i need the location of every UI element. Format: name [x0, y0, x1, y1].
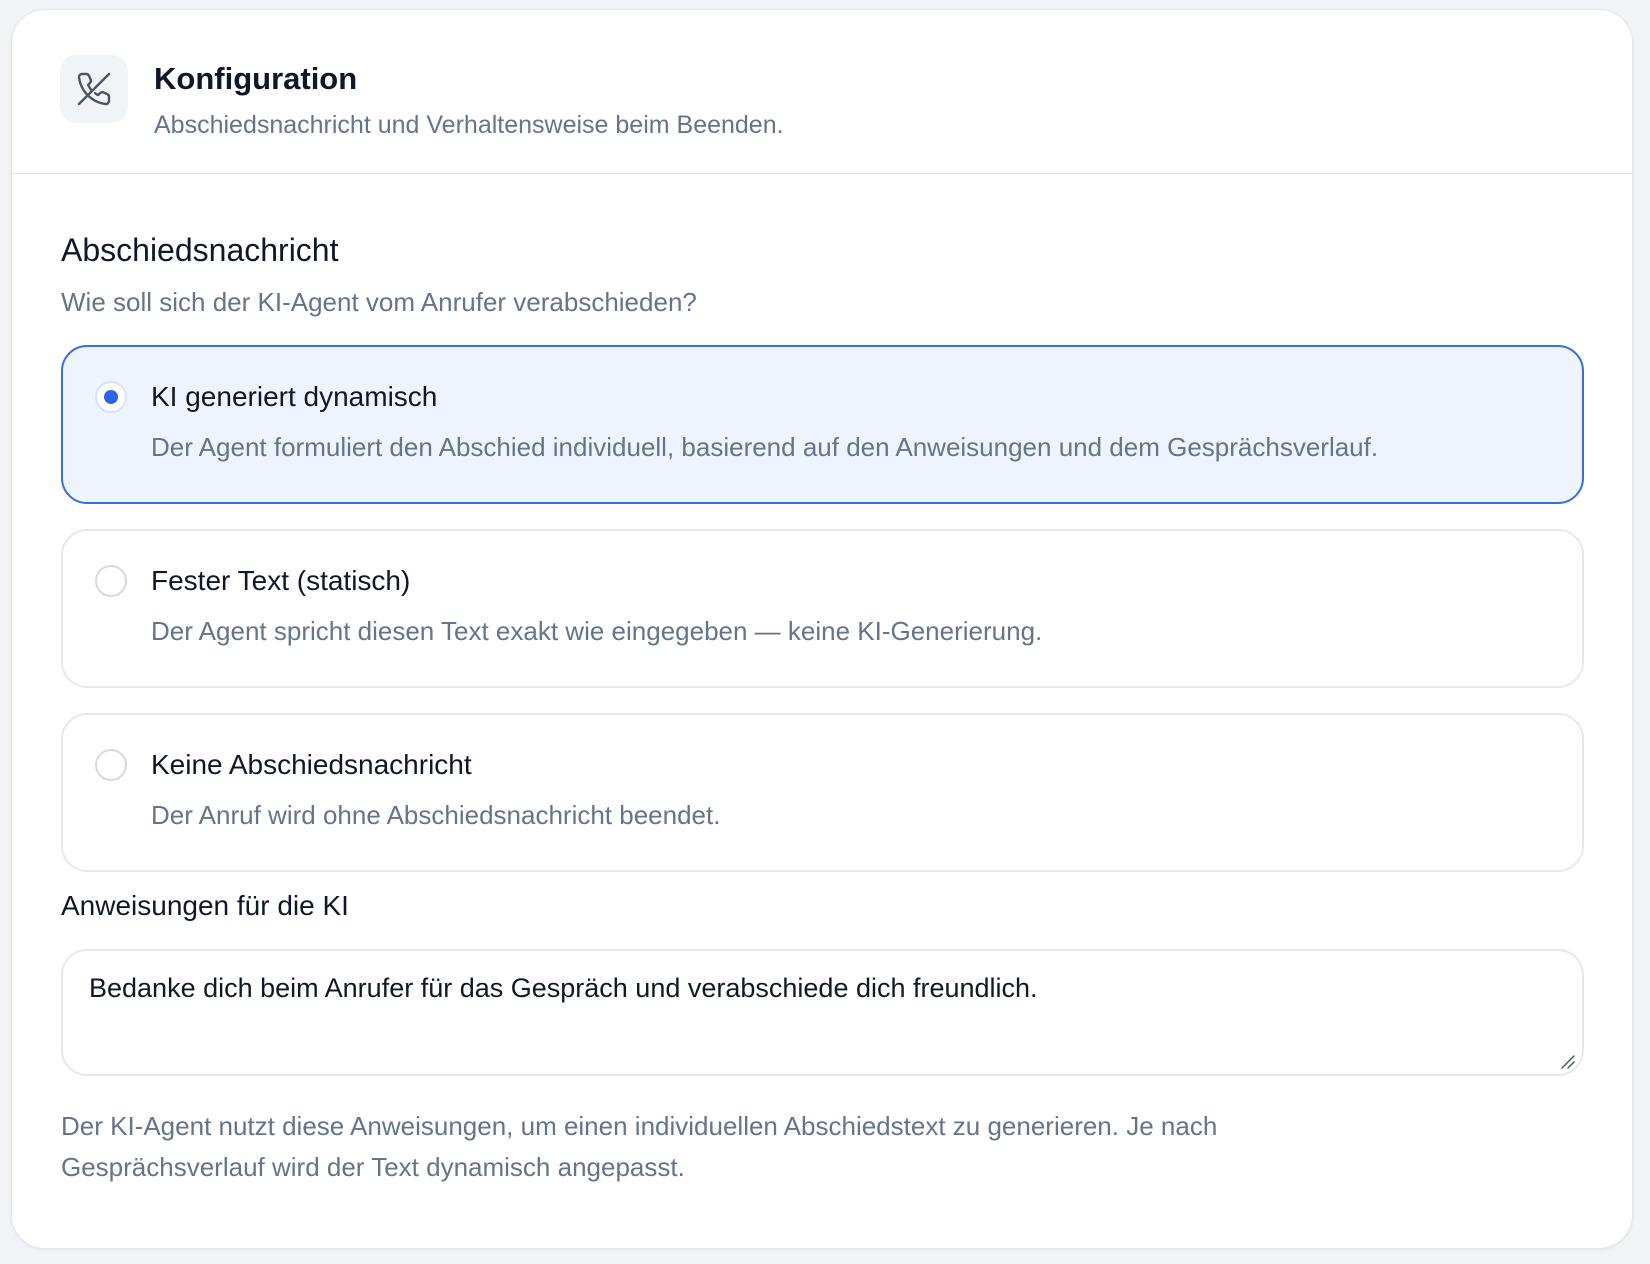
option-description: Der Agent formuliert den Abschied indivi…	[151, 432, 1379, 462]
radio-button[interactable]	[95, 381, 127, 413]
option-static-text[interactable]: Fester Text (statisch) Der Agent spricht…	[61, 529, 1584, 688]
section-subtitle: Wie soll sich der KI-Agent vom Anrufer v…	[61, 287, 697, 317]
instructions-value[interactable]: Bedanke dich beim Anrufer für das Gesprä…	[89, 971, 1556, 1005]
farewell-option-group: KI generiert dynamisch Der Agent formuli…	[61, 345, 1584, 872]
radio-button[interactable]	[95, 749, 127, 781]
option-title: Fester Text (statisch)	[151, 565, 411, 596]
page-title: Konfiguration	[154, 61, 358, 96]
option-no-message[interactable]: Keine Abschiedsnachricht Der Anruf wird …	[61, 713, 1584, 872]
option-description: Der Agent spricht diesen Text exakt wie …	[151, 616, 1043, 646]
page-subtitle: Abschiedsnachricht und Verhaltensweise b…	[154, 111, 784, 139]
radio-button[interactable]	[95, 565, 127, 597]
phone-end-icon	[60, 55, 128, 123]
configuration-card: Konfiguration Abschiedsnachricht und Ver…	[11, 9, 1633, 1249]
option-ai-dynamic[interactable]: KI generiert dynamisch Der Agent formuli…	[61, 345, 1584, 504]
option-title: KI generiert dynamisch	[151, 381, 438, 412]
instructions-textarea[interactable]: Bedanke dich beim Anrufer für das Gesprä…	[61, 949, 1584, 1076]
instructions-label: Anweisungen für die KI	[61, 890, 349, 921]
instructions-help-text: Der KI-Agent nutzt diese Anweisungen, um…	[61, 1111, 1218, 1182]
option-description: Der Anruf wird ohne Abschiedsnachricht b…	[151, 800, 721, 830]
section-title: Abschiedsnachricht	[61, 232, 339, 268]
option-title: Keine Abschiedsnachricht	[151, 749, 472, 780]
resize-handle-icon[interactable]	[1556, 1050, 1576, 1070]
card-header: Konfiguration Abschiedsnachricht und Ver…	[12, 10, 1632, 174]
